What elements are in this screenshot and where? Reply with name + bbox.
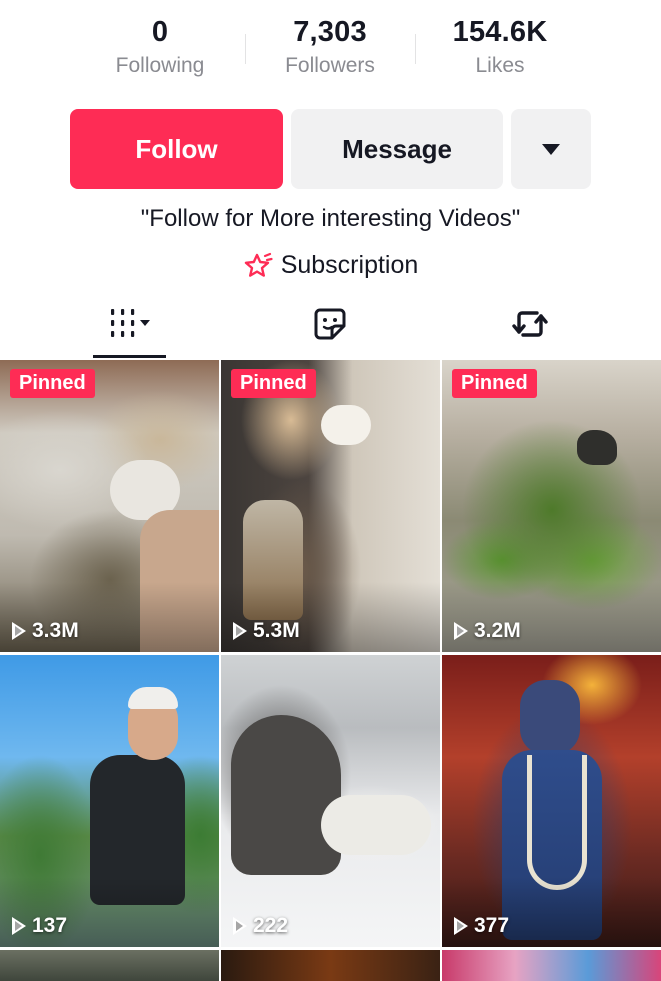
profile-bio: "Follow for More interesting Videos": [140, 205, 521, 232]
liked-sticker-icon: [314, 308, 346, 340]
likes-count: 154.6K: [452, 16, 548, 48]
milk-glass-shape: [321, 405, 371, 445]
cap-shape: [128, 687, 178, 709]
video-thumbnail[interactable]: Pinned 3.2M: [442, 360, 661, 652]
play-icon: [454, 917, 468, 935]
video-image: [0, 950, 219, 981]
view-count-label: 222: [253, 914, 289, 937]
play-icon: [454, 622, 468, 640]
view-count-label: 3.2M: [474, 619, 521, 642]
likes-label: Likes: [475, 54, 525, 77]
likes-stat[interactable]: 154.6K Likes: [415, 14, 585, 80]
view-count: 5.3M: [233, 619, 300, 643]
play-icon: [12, 622, 26, 640]
profile-stats: 0 Following 7,303 Followers 154.6K Likes: [0, 0, 661, 100]
view-count: 377: [454, 914, 509, 938]
pinned-badge: Pinned: [10, 369, 95, 398]
video-thumbnail[interactable]: [221, 950, 440, 981]
garland-shape: [527, 755, 587, 890]
followers-stat[interactable]: 7,303 Followers: [245, 14, 415, 80]
followers-label: Followers: [285, 54, 375, 77]
following-label: Following: [115, 54, 205, 77]
video-image: [221, 950, 440, 981]
view-count-label: 5.3M: [253, 619, 300, 642]
tab-videos[interactable]: [20, 290, 240, 358]
view-count-label: 137: [32, 914, 68, 937]
follow-button[interactable]: Follow: [70, 109, 283, 189]
rock-shape: [577, 430, 617, 465]
view-count: 3.3M: [12, 619, 79, 643]
play-icon: [233, 917, 247, 935]
white-wolf-shape: [321, 795, 431, 855]
message-button[interactable]: Message: [291, 109, 503, 189]
video-thumbnail[interactable]: 137: [0, 655, 219, 947]
view-count: 222: [233, 914, 288, 938]
view-count-label: 3.3M: [32, 619, 79, 642]
view-count: 137: [12, 914, 67, 938]
following-count: 0: [151, 16, 169, 48]
active-tab-indicator: [93, 355, 166, 358]
video-thumbnail[interactable]: 222: [221, 655, 440, 947]
followers-count: 7,303: [293, 16, 367, 48]
view-count: 3.2M: [454, 619, 521, 643]
video-thumbnail[interactable]: 377: [442, 655, 661, 947]
video-thumbnail[interactable]: Pinned 5.3M: [221, 360, 440, 652]
pinned-badge: Pinned: [452, 369, 537, 398]
play-icon: [233, 622, 247, 640]
gray-wolf-shape: [231, 715, 341, 875]
videos-grid-icon: [111, 309, 150, 337]
subscription-star-icon: [244, 252, 273, 277]
more-options-button[interactable]: [511, 109, 591, 189]
pinned-badge: Pinned: [231, 369, 316, 398]
tab-stickers[interactable]: [220, 290, 440, 358]
caret-down-icon: [542, 143, 560, 155]
profile-tabs: [0, 290, 661, 358]
video-thumbnail[interactable]: [442, 950, 661, 981]
tab-reposts[interactable]: [420, 290, 640, 358]
subscription-link[interactable]: Subscription: [0, 251, 661, 280]
subscription-label: Subscription: [280, 251, 419, 279]
dancer-face-shape: [520, 680, 580, 755]
play-icon: [12, 917, 26, 935]
repost-icon: [512, 311, 548, 337]
video-image: [442, 950, 661, 981]
following-stat[interactable]: 0 Following: [75, 14, 245, 80]
view-count-label: 377: [474, 914, 510, 937]
video-thumbnail[interactable]: Pinned 3.3M: [0, 360, 219, 652]
video-thumbnail[interactable]: [0, 950, 219, 981]
